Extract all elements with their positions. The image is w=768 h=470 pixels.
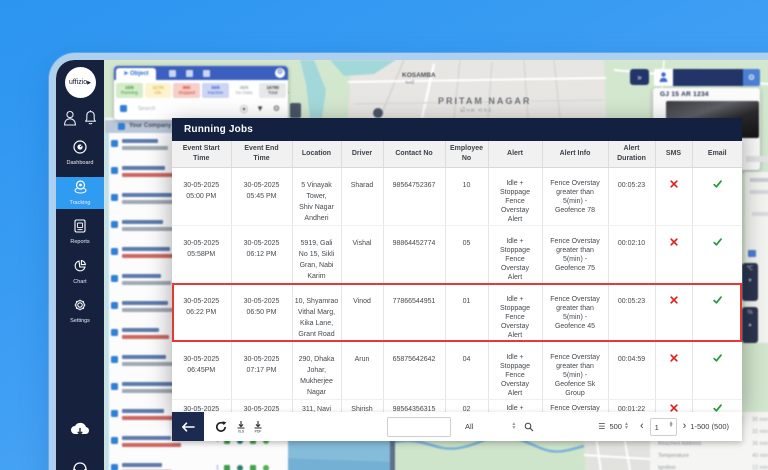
svg-text:PDF: PDF	[255, 430, 262, 434]
svg-text:XLS: XLS	[238, 430, 245, 434]
